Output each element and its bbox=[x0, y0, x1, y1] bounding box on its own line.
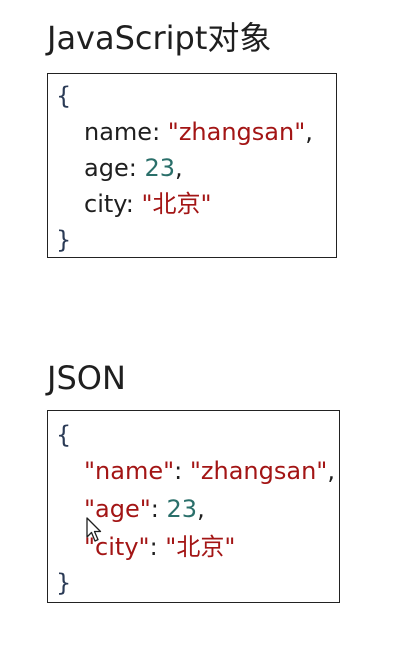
json-sep-city: : bbox=[149, 533, 166, 561]
json-value-age: 23 bbox=[166, 495, 198, 523]
json-line-name: "name": "zhangsan", bbox=[84, 459, 335, 483]
js-key-city: city bbox=[84, 190, 126, 218]
js-object-code-box: { name: "zhangsan", age: 23, city: "北京" … bbox=[47, 73, 337, 258]
json-value-city: "北京" bbox=[165, 533, 236, 561]
js-object-title: JavaScript对象 bbox=[47, 19, 272, 57]
js-value-city: "北京" bbox=[141, 190, 212, 218]
mouse-pointer-icon bbox=[86, 517, 102, 542]
js-key-age: age bbox=[84, 154, 129, 182]
json-code-box: { "name": "zhangsan", "age": 23, "city":… bbox=[47, 410, 340, 603]
json-line-age: "age": 23, bbox=[84, 497, 205, 521]
js-value-age: 23 bbox=[144, 154, 175, 182]
js-sep-name: : bbox=[152, 118, 168, 146]
json-key-name: "name" bbox=[84, 457, 175, 485]
json-title: JSON bbox=[47, 359, 126, 397]
json-value-name: "zhangsan" bbox=[189, 457, 328, 485]
js-open-brace: { bbox=[56, 82, 72, 110]
json-trail-age: , bbox=[197, 495, 205, 523]
js-key-name: name bbox=[84, 118, 153, 146]
json-sep-name: : bbox=[174, 457, 190, 485]
js-trail-name: , bbox=[305, 118, 313, 146]
json-sep-age: : bbox=[150, 495, 167, 523]
js-sep-age: : bbox=[128, 154, 145, 182]
json-close-brace: } bbox=[56, 569, 72, 597]
js-line-city: city: "北京" bbox=[84, 192, 212, 216]
json-trail-name: , bbox=[327, 457, 335, 485]
js-line-age: age: 23, bbox=[84, 156, 183, 180]
js-value-name: "zhangsan" bbox=[167, 118, 306, 146]
js-trail-age: , bbox=[174, 154, 183, 182]
json-line-city: "city": "北京" bbox=[84, 535, 235, 559]
js-line-name: name: "zhangsan", bbox=[84, 120, 313, 144]
js-sep-city: : bbox=[125, 190, 142, 218]
json-open-brace: { bbox=[56, 421, 72, 449]
js-close-brace: } bbox=[56, 226, 72, 254]
